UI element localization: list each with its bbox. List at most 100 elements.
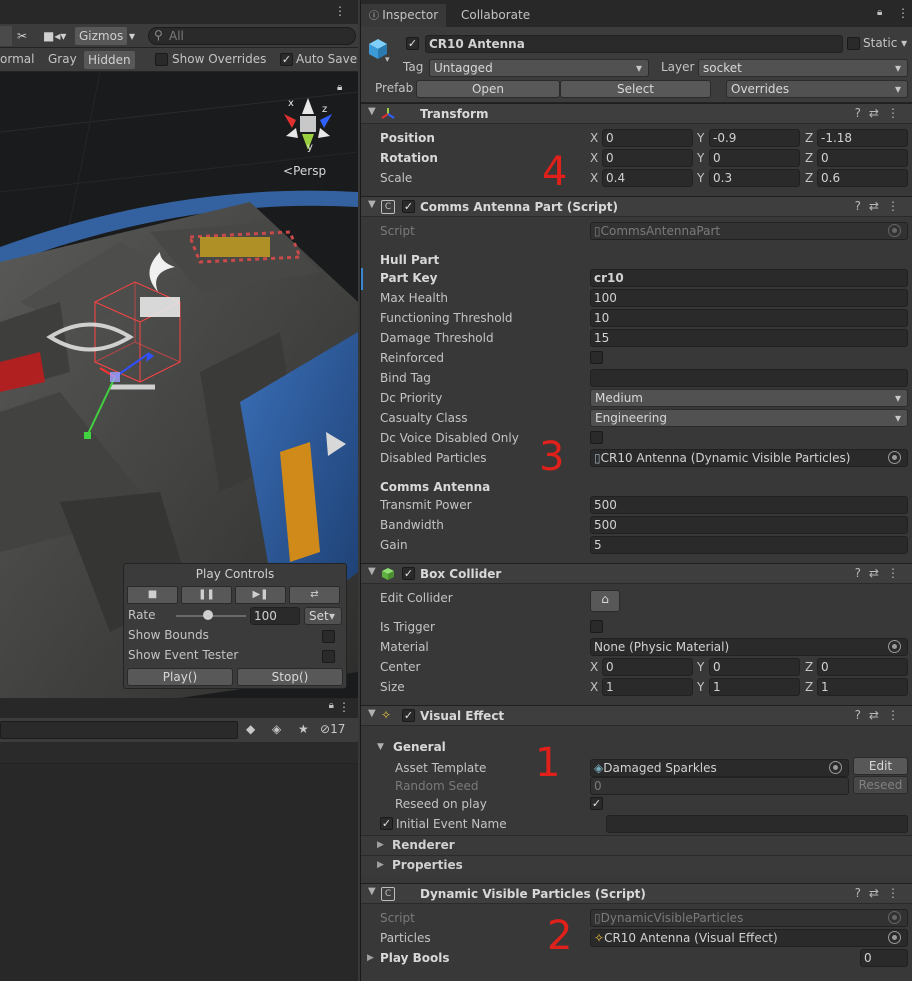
box-collider-header[interactable]: ▼ ✓ Box Collider ?⇄⋮ xyxy=(361,563,912,584)
vfx-edit-button[interactable]: Edit xyxy=(853,757,908,775)
overrides-dropdown[interactable]: Overrides xyxy=(726,80,908,98)
active-checkbox[interactable]: ✓ xyxy=(406,37,419,50)
object-picker-icon[interactable] xyxy=(888,451,901,464)
gizmos-dropdown-icon[interactable]: ▾ xyxy=(129,29,135,43)
axis-label-y[interactable]: Y xyxy=(697,678,704,696)
center-x-field[interactable]: 0 xyxy=(602,658,693,676)
bandwidth-field[interactable]: 500 xyxy=(590,516,908,534)
shading-normal[interactable]: ormal xyxy=(0,52,34,66)
tag-icon[interactable]: ◈ xyxy=(272,722,281,736)
object-picker-icon[interactable] xyxy=(888,640,901,653)
part-key-field[interactable]: cr10 xyxy=(590,269,908,287)
functioning-threshold-field[interactable]: 10 xyxy=(590,309,908,327)
stop-icon[interactable]: ■ xyxy=(127,586,178,604)
hierarchy-search-input[interactable] xyxy=(0,721,238,739)
transmit-power-field[interactable]: 500 xyxy=(590,496,908,514)
center-z-field[interactable]: 0 xyxy=(817,658,908,676)
set-dropdown[interactable]: Set xyxy=(304,607,342,625)
component-menu-icons[interactable]: ?⇄⋮ xyxy=(855,886,907,900)
dc-priority-dropdown[interactable]: Medium xyxy=(590,389,908,407)
show-bounds-checkbox[interactable] xyxy=(322,630,335,643)
play-bools-label[interactable]: Play Bools xyxy=(380,949,450,967)
axis-label-z[interactable]: Z xyxy=(805,129,813,147)
object-name-field[interactable]: CR10 Antenna xyxy=(425,35,843,53)
axis-label-x[interactable]: X xyxy=(590,149,598,167)
component-menu-icons[interactable]: ?⇄⋮ xyxy=(855,106,907,120)
dc-voice-checkbox[interactable] xyxy=(590,431,603,444)
position-y-field[interactable]: -0.9 xyxy=(709,129,800,147)
step-icon[interactable]: ▶❚ xyxy=(235,586,286,604)
renderer-foldout[interactable]: ▶ Renderer xyxy=(361,835,912,855)
initial-event-checkbox[interactable]: ✓ xyxy=(380,817,393,830)
tag-dropdown[interactable]: Untagged xyxy=(429,59,649,77)
collapse-icon[interactable]: ▼ xyxy=(368,566,376,577)
collapse-icon[interactable]: ▼ xyxy=(368,708,376,719)
collapse-icon[interactable]: ▼ xyxy=(368,886,376,897)
shapes-icon[interactable]: ◆ xyxy=(246,722,255,736)
box-collider-enabled-checkbox[interactable]: ✓ xyxy=(402,567,415,580)
axis-label-z[interactable]: Z xyxy=(805,658,813,676)
bind-tag-field[interactable] xyxy=(590,369,908,387)
lock-icon[interactable]: 🔒︎ xyxy=(877,7,882,18)
disabled-particles-field[interactable]: ▯CR10 Antenna (Dynamic Visible Particles… xyxy=(590,449,908,467)
axis-label-x[interactable]: X xyxy=(590,678,598,696)
expand-icon[interactable]: ▶ xyxy=(367,953,374,963)
size-y-field[interactable]: 1 xyxy=(709,678,800,696)
scale-z-field[interactable]: 0.6 xyxy=(817,169,908,187)
gain-field[interactable]: 5 xyxy=(590,536,908,554)
more-icon[interactable]: ⋮ xyxy=(338,700,350,714)
component-menu-icons[interactable]: ?⇄⋮ xyxy=(855,199,907,213)
material-field[interactable]: None (Physic Material) xyxy=(590,638,908,656)
shading-gray[interactable]: Gray xyxy=(48,52,77,66)
collapse-icon[interactable]: ▼ xyxy=(368,106,376,117)
tab-inspector[interactable]: ⓘ Inspector xyxy=(361,4,447,27)
orientation-gizmo[interactable]: x z y xyxy=(276,92,340,162)
visual-effect-header[interactable]: ▼ ✧ ✓ Visual Effect ?⇄⋮ xyxy=(361,705,912,726)
gizmos-button[interactable]: Gizmos xyxy=(75,27,127,45)
size-x-field[interactable]: 1 xyxy=(602,678,693,696)
axis-label-y[interactable]: Y xyxy=(697,129,704,147)
play-bools-size-field[interactable]: 0 xyxy=(860,949,908,967)
dvp-header[interactable]: ▼ C Dynamic Visible Particles (Script) ?… xyxy=(361,883,912,904)
shading-hidden[interactable]: Hidden xyxy=(84,51,135,69)
tools-icon[interactable]: ✂ xyxy=(17,29,27,43)
prefab-select-button[interactable]: Select xyxy=(560,80,711,98)
static-checkbox[interactable] xyxy=(847,37,860,50)
axis-label-y[interactable]: Y xyxy=(697,169,704,187)
rotation-x-field[interactable]: 0 xyxy=(602,149,693,167)
position-x-field[interactable]: 0 xyxy=(602,129,693,147)
axis-label-y[interactable]: Y xyxy=(697,658,704,676)
static-dropdown[interactable]: Static ▾ xyxy=(863,36,907,50)
axis-label-x[interactable]: X xyxy=(590,129,598,147)
rate-input[interactable]: 100 xyxy=(250,607,300,625)
scene-search-input[interactable]: ⚲ All xyxy=(148,27,356,45)
persp-toggle[interactable]: <Persp xyxy=(283,164,326,178)
center-y-field[interactable]: 0 xyxy=(709,658,800,676)
object-picker-icon[interactable] xyxy=(829,761,842,774)
size-z-field[interactable]: 1 xyxy=(817,678,908,696)
show-overrides-checkbox[interactable] xyxy=(155,53,168,66)
show-event-tester-checkbox[interactable] xyxy=(322,650,335,663)
rotation-z-field[interactable]: 0 xyxy=(817,149,908,167)
star-icon[interactable]: ★ xyxy=(298,722,309,736)
layer-dropdown[interactable]: socket xyxy=(698,59,908,77)
camera-icon[interactable]: ■◂▾ xyxy=(43,29,66,43)
hierarchy-row[interactable] xyxy=(0,742,358,764)
properties-foldout[interactable]: ▶ Properties xyxy=(361,855,912,875)
play-button[interactable]: Play() xyxy=(127,668,233,686)
axis-label-x[interactable]: X xyxy=(590,658,598,676)
particles-field[interactable]: ✧CR10 Antenna (Visual Effect) xyxy=(590,929,908,947)
hidden-toggle[interactable]: ⊘17 xyxy=(320,722,345,736)
max-health-field[interactable]: 100 xyxy=(590,289,908,307)
tab-collaborate[interactable]: Collaborate xyxy=(453,4,538,27)
edit-collider-button[interactable]: ⌂ xyxy=(590,590,620,612)
general-fold-icon[interactable]: ▼ xyxy=(377,742,384,752)
icon-dropdown-icon[interactable]: ▾ xyxy=(385,55,390,65)
scale-x-field[interactable]: 0.4 xyxy=(602,169,693,187)
axis-label-x[interactable]: X xyxy=(590,169,598,187)
component-menu-icons[interactable]: ?⇄⋮ xyxy=(855,708,907,722)
axis-label-y[interactable]: Y xyxy=(697,149,704,167)
lock-icon[interactable]: 🔒︎ xyxy=(329,700,334,711)
comms-enabled-checkbox[interactable]: ✓ xyxy=(402,200,415,213)
prefab-open-button[interactable]: Open xyxy=(416,80,560,98)
